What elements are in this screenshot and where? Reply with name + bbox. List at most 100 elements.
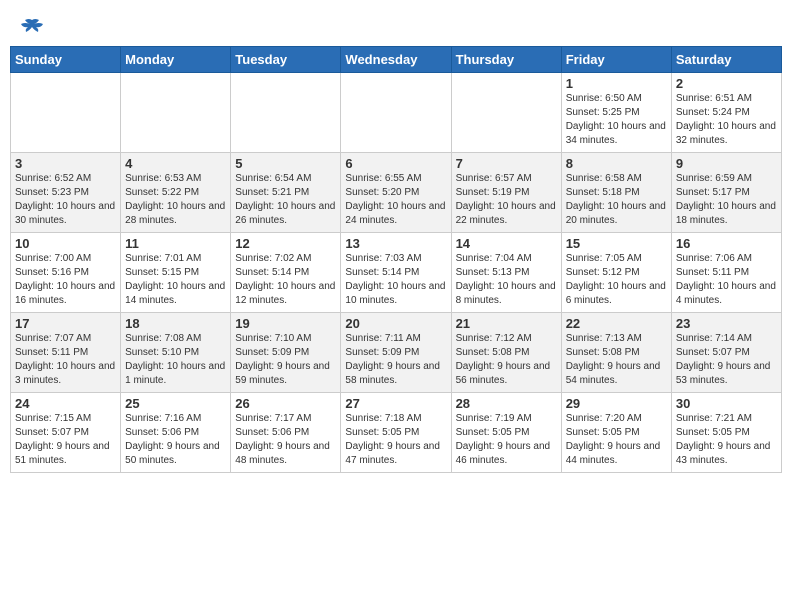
calendar-cell: 28Sunrise: 7:19 AM Sunset: 5:05 PM Dayli…: [451, 393, 561, 473]
calendar-cell: 17Sunrise: 7:07 AM Sunset: 5:11 PM Dayli…: [11, 313, 121, 393]
calendar-table: SundayMondayTuesdayWednesdayThursdayFrid…: [10, 46, 782, 473]
calendar-cell: 1Sunrise: 6:50 AM Sunset: 5:25 PM Daylig…: [561, 73, 671, 153]
page-header: [10, 10, 782, 40]
day-info: Sunrise: 7:16 AM Sunset: 5:06 PM Dayligh…: [125, 412, 226, 468]
calendar-cell: 9Sunrise: 6:59 AM Sunset: 5:17 PM Daylig…: [671, 153, 781, 233]
calendar-cell: 2Sunrise: 6:51 AM Sunset: 5:24 PM Daylig…: [671, 73, 781, 153]
day-info: Sunrise: 7:04 AM Sunset: 5:13 PM Dayligh…: [456, 252, 557, 308]
calendar-cell: 5Sunrise: 6:54 AM Sunset: 5:21 PM Daylig…: [231, 153, 341, 233]
day-info: Sunrise: 7:06 AM Sunset: 5:11 PM Dayligh…: [676, 252, 777, 308]
day-of-week-header: Saturday: [671, 47, 781, 73]
calendar-cell: 19Sunrise: 7:10 AM Sunset: 5:09 PM Dayli…: [231, 313, 341, 393]
day-of-week-header: Friday: [561, 47, 671, 73]
day-of-week-header: Monday: [121, 47, 231, 73]
day-info: Sunrise: 7:01 AM Sunset: 5:15 PM Dayligh…: [125, 252, 226, 308]
calendar-cell: 14Sunrise: 7:04 AM Sunset: 5:13 PM Dayli…: [451, 233, 561, 313]
calendar-cell: 11Sunrise: 7:01 AM Sunset: 5:15 PM Dayli…: [121, 233, 231, 313]
day-number: 29: [566, 396, 667, 411]
calendar-cell: 22Sunrise: 7:13 AM Sunset: 5:08 PM Dayli…: [561, 313, 671, 393]
day-number: 13: [345, 236, 446, 251]
day-number: 23: [676, 316, 777, 331]
calendar-cell: 25Sunrise: 7:16 AM Sunset: 5:06 PM Dayli…: [121, 393, 231, 473]
day-number: 10: [15, 236, 116, 251]
calendar-cell: 21Sunrise: 7:12 AM Sunset: 5:08 PM Dayli…: [451, 313, 561, 393]
day-number: 16: [676, 236, 777, 251]
calendar-cell: 24Sunrise: 7:15 AM Sunset: 5:07 PM Dayli…: [11, 393, 121, 473]
calendar-week-row: 3Sunrise: 6:52 AM Sunset: 5:23 PM Daylig…: [11, 153, 782, 233]
calendar-cell: 4Sunrise: 6:53 AM Sunset: 5:22 PM Daylig…: [121, 153, 231, 233]
day-info: Sunrise: 6:50 AM Sunset: 5:25 PM Dayligh…: [566, 92, 667, 148]
day-number: 25: [125, 396, 226, 411]
day-number: 5: [235, 156, 336, 171]
day-number: 22: [566, 316, 667, 331]
day-number: 30: [676, 396, 777, 411]
day-info: Sunrise: 7:14 AM Sunset: 5:07 PM Dayligh…: [676, 332, 777, 388]
calendar-week-row: 17Sunrise: 7:07 AM Sunset: 5:11 PM Dayli…: [11, 313, 782, 393]
calendar-cell: 26Sunrise: 7:17 AM Sunset: 5:06 PM Dayli…: [231, 393, 341, 473]
calendar-cell: 7Sunrise: 6:57 AM Sunset: 5:19 PM Daylig…: [451, 153, 561, 233]
day-number: 20: [345, 316, 446, 331]
logo-bird-icon: [21, 18, 43, 36]
calendar-cell: 6Sunrise: 6:55 AM Sunset: 5:20 PM Daylig…: [341, 153, 451, 233]
day-number: 14: [456, 236, 557, 251]
calendar-cell: 30Sunrise: 7:21 AM Sunset: 5:05 PM Dayli…: [671, 393, 781, 473]
day-info: Sunrise: 7:15 AM Sunset: 5:07 PM Dayligh…: [15, 412, 116, 468]
calendar-cell: [231, 73, 341, 153]
day-number: 4: [125, 156, 226, 171]
day-info: Sunrise: 7:10 AM Sunset: 5:09 PM Dayligh…: [235, 332, 336, 388]
day-info: Sunrise: 6:59 AM Sunset: 5:17 PM Dayligh…: [676, 172, 777, 228]
day-info: Sunrise: 6:51 AM Sunset: 5:24 PM Dayligh…: [676, 92, 777, 148]
calendar-cell: 3Sunrise: 6:52 AM Sunset: 5:23 PM Daylig…: [11, 153, 121, 233]
day-info: Sunrise: 7:07 AM Sunset: 5:11 PM Dayligh…: [15, 332, 116, 388]
day-of-week-header: Wednesday: [341, 47, 451, 73]
day-number: 1: [566, 76, 667, 91]
calendar-cell: 8Sunrise: 6:58 AM Sunset: 5:18 PM Daylig…: [561, 153, 671, 233]
calendar-week-row: 1Sunrise: 6:50 AM Sunset: 5:25 PM Daylig…: [11, 73, 782, 153]
calendar-cell: 12Sunrise: 7:02 AM Sunset: 5:14 PM Dayli…: [231, 233, 341, 313]
calendar-header-row: SundayMondayTuesdayWednesdayThursdayFrid…: [11, 47, 782, 73]
calendar-cell: [121, 73, 231, 153]
day-info: Sunrise: 7:21 AM Sunset: 5:05 PM Dayligh…: [676, 412, 777, 468]
day-number: 3: [15, 156, 116, 171]
day-info: Sunrise: 6:55 AM Sunset: 5:20 PM Dayligh…: [345, 172, 446, 228]
day-number: 6: [345, 156, 446, 171]
day-of-week-header: Sunday: [11, 47, 121, 73]
day-info: Sunrise: 6:58 AM Sunset: 5:18 PM Dayligh…: [566, 172, 667, 228]
day-info: Sunrise: 7:08 AM Sunset: 5:10 PM Dayligh…: [125, 332, 226, 388]
day-number: 26: [235, 396, 336, 411]
day-number: 2: [676, 76, 777, 91]
day-info: Sunrise: 6:52 AM Sunset: 5:23 PM Dayligh…: [15, 172, 116, 228]
calendar-cell: [11, 73, 121, 153]
day-of-week-header: Tuesday: [231, 47, 341, 73]
day-number: 21: [456, 316, 557, 331]
day-info: Sunrise: 7:00 AM Sunset: 5:16 PM Dayligh…: [15, 252, 116, 308]
day-number: 15: [566, 236, 667, 251]
day-number: 27: [345, 396, 446, 411]
calendar-cell: [451, 73, 561, 153]
day-number: 9: [676, 156, 777, 171]
calendar-cell: 23Sunrise: 7:14 AM Sunset: 5:07 PM Dayli…: [671, 313, 781, 393]
day-number: 8: [566, 156, 667, 171]
day-info: Sunrise: 7:12 AM Sunset: 5:08 PM Dayligh…: [456, 332, 557, 388]
day-info: Sunrise: 7:02 AM Sunset: 5:14 PM Dayligh…: [235, 252, 336, 308]
day-info: Sunrise: 7:11 AM Sunset: 5:09 PM Dayligh…: [345, 332, 446, 388]
day-number: 28: [456, 396, 557, 411]
day-number: 18: [125, 316, 226, 331]
calendar-cell: 20Sunrise: 7:11 AM Sunset: 5:09 PM Dayli…: [341, 313, 451, 393]
day-info: Sunrise: 7:19 AM Sunset: 5:05 PM Dayligh…: [456, 412, 557, 468]
day-info: Sunrise: 7:13 AM Sunset: 5:08 PM Dayligh…: [566, 332, 667, 388]
day-info: Sunrise: 7:20 AM Sunset: 5:05 PM Dayligh…: [566, 412, 667, 468]
calendar-cell: 15Sunrise: 7:05 AM Sunset: 5:12 PM Dayli…: [561, 233, 671, 313]
calendar-cell: [341, 73, 451, 153]
day-number: 7: [456, 156, 557, 171]
calendar-cell: 10Sunrise: 7:00 AM Sunset: 5:16 PM Dayli…: [11, 233, 121, 313]
day-number: 17: [15, 316, 116, 331]
calendar-cell: 29Sunrise: 7:20 AM Sunset: 5:05 PM Dayli…: [561, 393, 671, 473]
calendar-cell: 27Sunrise: 7:18 AM Sunset: 5:05 PM Dayli…: [341, 393, 451, 473]
day-info: Sunrise: 7:18 AM Sunset: 5:05 PM Dayligh…: [345, 412, 446, 468]
calendar-cell: 18Sunrise: 7:08 AM Sunset: 5:10 PM Dayli…: [121, 313, 231, 393]
calendar-cell: 13Sunrise: 7:03 AM Sunset: 5:14 PM Dayli…: [341, 233, 451, 313]
day-info: Sunrise: 6:54 AM Sunset: 5:21 PM Dayligh…: [235, 172, 336, 228]
day-number: 24: [15, 396, 116, 411]
day-info: Sunrise: 6:53 AM Sunset: 5:22 PM Dayligh…: [125, 172, 226, 228]
